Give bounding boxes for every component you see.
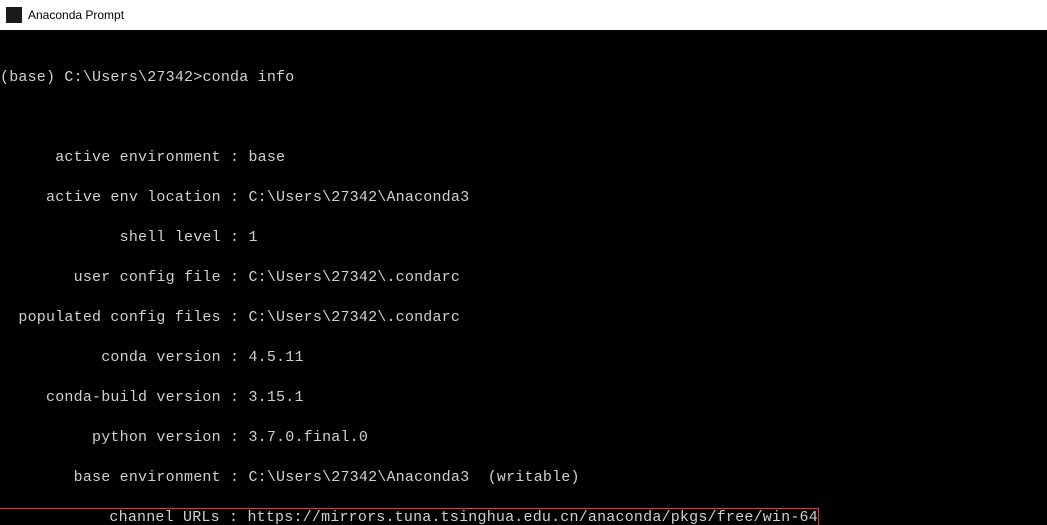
row-python-version: python version : 3.7.0.final.0 xyxy=(0,428,1047,448)
label: conda version xyxy=(0,349,221,366)
row-user-config-file: user config file : C:\Users\27342\.conda… xyxy=(0,268,1047,288)
label: base environment xyxy=(0,469,221,486)
label: channel URLs xyxy=(0,509,220,525)
terminal-area[interactable]: (base) C:\Users\27342>conda info active … xyxy=(0,30,1047,525)
value: 4.5.11 xyxy=(248,349,303,366)
value: C:\Users\27342\.condarc xyxy=(248,309,460,326)
value: C:\Users\27342\Anaconda3 xyxy=(248,189,469,206)
sep: : xyxy=(221,269,249,286)
prompt-command: conda info xyxy=(202,69,294,86)
label: user config file xyxy=(0,269,221,286)
highlight-annotation: channel URLs : https://mirrors.tuna.tsin… xyxy=(0,508,819,525)
value: base xyxy=(248,149,285,166)
label: populated config files xyxy=(0,309,221,326)
terminal-icon xyxy=(6,7,22,23)
label: conda-build version xyxy=(0,389,221,406)
row-base-environment: base environment : C:\Users\27342\Anacon… xyxy=(0,468,1047,488)
label: active environment xyxy=(0,149,221,166)
sep: : xyxy=(220,509,248,525)
value: C:\Users\27342\Anaconda3 (writable) xyxy=(248,469,579,486)
sep: : xyxy=(221,349,249,366)
row-active-environment: active environment : base xyxy=(0,148,1047,168)
row-conda-build-version: conda-build version : 3.15.1 xyxy=(0,388,1047,408)
prompt-line: (base) C:\Users\27342>conda info xyxy=(0,68,1047,88)
row-active-env-location: active env location : C:\Users\27342\Ana… xyxy=(0,188,1047,208)
value: 1 xyxy=(248,229,257,246)
sep: : xyxy=(221,189,249,206)
sep: : xyxy=(221,429,249,446)
label: python version xyxy=(0,429,221,446)
sep: : xyxy=(221,149,249,166)
value: C:\Users\27342\.condarc xyxy=(248,269,460,286)
row-populated-config-files: populated config files : C:\Users\27342\… xyxy=(0,308,1047,328)
sep: : xyxy=(221,389,249,406)
value: https://mirrors.tuna.tsinghua.edu.cn/ana… xyxy=(247,509,818,525)
row-channel-urls: channel URLs : https://mirrors.tuna.tsin… xyxy=(0,508,1047,525)
value: 3.7.0.final.0 xyxy=(248,429,368,446)
value: 3.15.1 xyxy=(248,389,303,406)
window-titlebar[interactable]: Anaconda Prompt xyxy=(0,0,1047,30)
row-conda-version: conda version : 4.5.11 xyxy=(0,348,1047,368)
label: shell level xyxy=(0,229,221,246)
sep: : xyxy=(221,469,249,486)
blank-line xyxy=(0,108,1047,128)
prompt-prefix: (base) C:\Users\27342> xyxy=(0,69,202,86)
window-title: Anaconda Prompt xyxy=(28,8,124,22)
label: active env location xyxy=(0,189,221,206)
row-shell-level: shell level : 1 xyxy=(0,228,1047,248)
sep: : xyxy=(221,229,249,246)
sep: : xyxy=(221,309,249,326)
